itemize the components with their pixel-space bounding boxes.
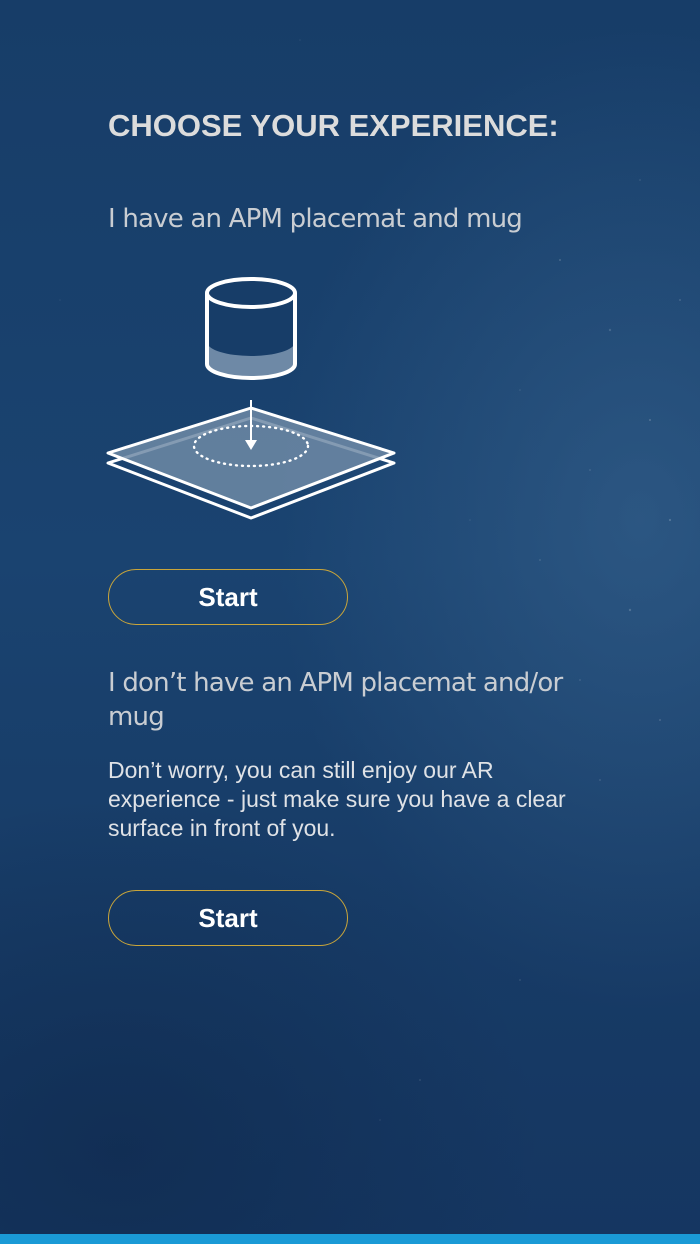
bottom-accent-bar — [0, 1234, 700, 1244]
page-title: CHOOSE YOUR EXPERIENCE: — [108, 108, 559, 143]
option-no-placemat-heading: I don’t have an APM placemat and/or mug — [108, 668, 563, 732]
option-placemat-heading: I have an APM placemat and mug — [108, 204, 523, 234]
background-texture — [59, 39, 681, 1121]
start-placemat-button[interactable]: Start — [108, 569, 348, 625]
start-no-placemat-button[interactable]: Start — [108, 890, 348, 946]
option-no-placemat-description: Don’t worry, you can still enjoy our AR … — [108, 757, 566, 841]
mug-on-placemat-icon — [106, 277, 396, 520]
